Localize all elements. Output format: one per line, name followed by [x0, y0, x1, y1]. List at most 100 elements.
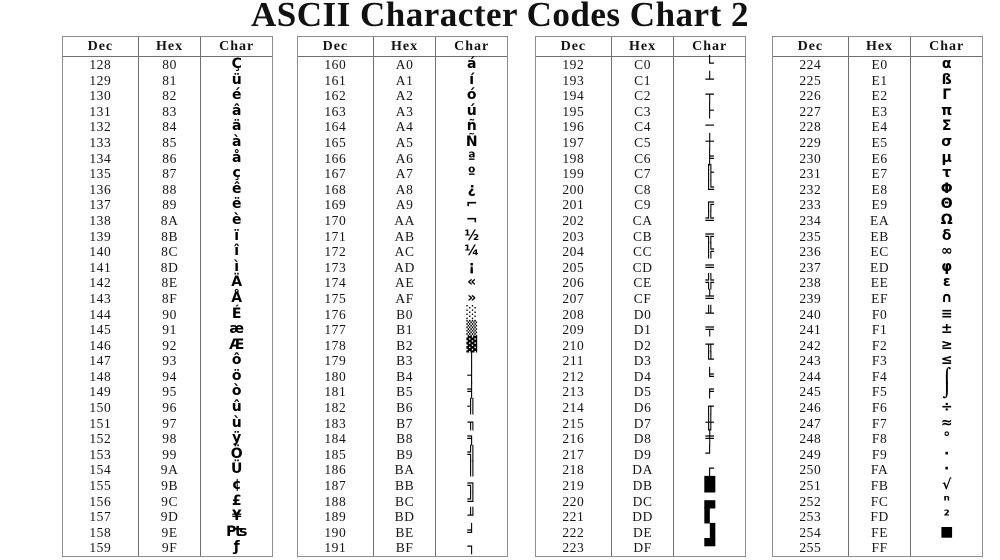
cell-character: ╜ [467, 508, 476, 525]
table-row: 228 E4 Σ [773, 119, 982, 135]
cell-hexadecimal: E9 [848, 197, 912, 213]
cell-hexadecimal: F0 [848, 306, 912, 323]
cell-decimal: 217 [536, 446, 612, 463]
cell-decimal: 232 [773, 181, 849, 198]
cell-character: ò [231, 383, 242, 400]
cell-character: ▀ [704, 539, 716, 556]
cell-character: ¿ [467, 180, 476, 197]
cell-decimal: 220 [536, 493, 612, 510]
table-row: 248 F8 ° [773, 431, 982, 447]
cell-decimal: 142 [63, 275, 139, 291]
cell-hexadecimal: E8 [848, 181, 912, 198]
cell-decimal: 150 [63, 400, 139, 416]
table-row: 187 BB ╗ [298, 477, 507, 494]
cell-hexadecimal: 98 [138, 431, 202, 447]
cell-decimal: 183 [298, 415, 374, 432]
table-row: 231 E7 τ [773, 166, 982, 182]
table-row: 221 DD ▌ [536, 509, 745, 525]
table-row: 235 EB δ [773, 228, 982, 245]
cell-hexadecimal: 8E [138, 275, 202, 291]
cell-hexadecimal: DA [611, 462, 675, 479]
table-row: 214 D6 ╓ [536, 399, 745, 416]
cell-hexadecimal: D8 [611, 431, 675, 447]
cell-character: â [231, 102, 242, 119]
table-row: 133 85 à [63, 134, 272, 151]
table-row: 179 B3 │ [298, 353, 507, 369]
cell-hexadecimal: A1 [373, 72, 437, 89]
column-header-hex: Hex [611, 37, 675, 57]
cell-decimal: 135 [63, 166, 139, 182]
cell-hexadecimal: 9B [138, 478, 202, 494]
cell-hexadecimal: 8A [138, 212, 202, 229]
cell-hexadecimal: A6 [373, 150, 437, 167]
cell-decimal: 212 [536, 368, 612, 385]
cell-hexadecimal: BB [373, 478, 437, 494]
cell-decimal: 246 [773, 400, 849, 416]
cell-character: ╥ [705, 336, 714, 353]
table-row: 130 82 é [63, 88, 272, 104]
table-row: 200 C8 ╚ [536, 181, 745, 198]
cell-character: σ [941, 133, 953, 150]
cell-decimal: 233 [773, 197, 849, 213]
cell-hexadecimal: BD [373, 509, 437, 525]
cell-hexadecimal: C5 [611, 134, 675, 151]
cell-decimal: 198 [536, 150, 612, 167]
table-row: 157 9D ¥ [63, 509, 272, 525]
cell-hexadecimal: A8 [373, 181, 437, 198]
table-row: 232 E8 Φ [773, 181, 982, 198]
cell-character: ⌡ [942, 383, 951, 400]
cell-decimal: 160 [298, 56, 374, 73]
table-row: 174 AE « [298, 275, 507, 291]
cell-hexadecimal: B6 [373, 400, 437, 416]
table-row: 251 FB √ [773, 477, 982, 494]
table-row: 208 D0 ╨ [536, 306, 745, 323]
cell-character: ∞ [940, 243, 953, 260]
cell-decimal: 168 [298, 181, 374, 198]
cell-hexadecimal: B3 [373, 353, 437, 369]
cell-hexadecimal: 8F [138, 290, 202, 307]
table-160-191: Dec Hex Char 160 A0 á 161 A1 í 162 A2 ó 163 A3 ú 164 A4 ñ… [297, 36, 508, 557]
table-row: 216 D8 ╪ [536, 431, 745, 447]
cell-decimal: 237 [773, 259, 849, 276]
cell-hexadecimal: A5 [373, 134, 437, 151]
cell-decimal: 184 [298, 431, 374, 447]
cell-decimal: 156 [63, 493, 139, 510]
cell-character: ≡ [940, 305, 953, 322]
cell-hexadecimal: C6 [611, 150, 675, 167]
column-header-dec: Dec [773, 37, 849, 57]
cell-hexadecimal: B4 [373, 368, 437, 385]
table-row: 162 A2 ó [298, 88, 507, 104]
cell-hexadecimal: A4 [373, 119, 437, 135]
cell-decimal: 176 [298, 306, 374, 323]
cell-character: ö [231, 367, 242, 384]
cell-decimal: 236 [773, 244, 849, 260]
cell-decimal: 131 [63, 103, 139, 120]
cell-decimal: 163 [298, 103, 374, 120]
cell-decimal: 174 [298, 275, 374, 291]
table-row: 242 F2 ≥ [773, 337, 982, 354]
table-row: 171 AB ½ [298, 228, 507, 245]
table-row: 250 FA · [773, 462, 982, 479]
cell-decimal: 151 [63, 415, 139, 432]
cell-hexadecimal: 88 [138, 181, 202, 198]
table-row: 169 A9 ⌐ [298, 197, 507, 213]
cell-character: ë [231, 196, 242, 213]
cell-character: » [467, 289, 477, 306]
table-row: 194 C2 ┬ [536, 88, 745, 104]
cell-decimal: 244 [773, 368, 849, 385]
table-row: 233 E9 Θ [773, 197, 982, 213]
cell-decimal: 210 [536, 337, 612, 354]
cell-hexadecimal: 94 [138, 368, 202, 385]
table-row: 134 86 å [63, 150, 272, 167]
table-row: 129 81 ü [63, 72, 272, 89]
table-header-row: Dec Hex Char [63, 37, 272, 57]
cell-hexadecimal: 9D [138, 509, 202, 525]
ascii-code-table: Dec Hex Char 128 80 Ç 129 81 ü 130 82 é 131 83 â 132 84 ä… [63, 37, 272, 556]
cell-decimal: 192 [536, 56, 612, 73]
cell-decimal: 235 [773, 228, 849, 245]
cell-hexadecimal: FA [848, 462, 912, 479]
ascii-code-table: Dec Hex Char 224 E0 α 225 E1 ß 226 E2 Γ 227 E3 π 228 E4 Σ… [773, 37, 982, 556]
table-row: 131 83 â [63, 102, 272, 120]
cell-hexadecimal: F3 [848, 353, 912, 369]
cell-character: ╦ [705, 227, 714, 244]
